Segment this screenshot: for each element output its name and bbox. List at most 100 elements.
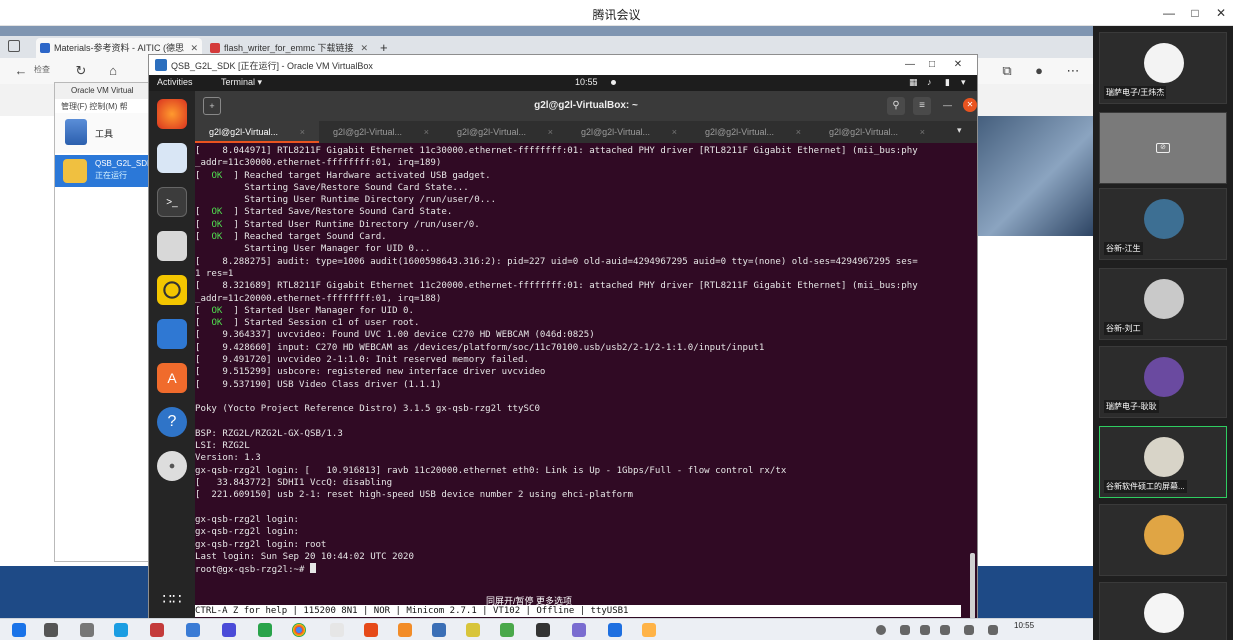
app-icon[interactable] <box>536 623 550 637</box>
tab-actions-icon[interactable] <box>8 40 20 52</box>
participant-tile[interactable]: 瑞萨电子/王炜杰 <box>1099 32 1227 104</box>
vm-maximize-icon[interactable]: □ <box>923 56 941 74</box>
taskbar-clock[interactable]: 10:55 <box>1014 621 1034 630</box>
participant-tile[interactable]: 谷新-刘工 <box>1099 268 1227 340</box>
terminal-tab[interactable]: g2l@g2l-Virtual... × <box>691 121 815 143</box>
firefox-icon[interactable] <box>157 99 187 129</box>
terminal-tab-label: g2l@g2l-Virtual... <box>581 127 651 137</box>
app-icon[interactable] <box>330 623 344 637</box>
battery-icon[interactable]: ▮ <box>945 77 950 88</box>
back-icon[interactable]: ← <box>12 62 30 80</box>
show-applications-icon[interactable]: ∷∷ <box>157 585 187 615</box>
terminal-tab[interactable]: g2l@g2l-Virtual... × <box>567 121 691 143</box>
terminal-tab[interactable]: g2l@g2l-Virtual... × <box>319 121 443 143</box>
task-view-icon[interactable] <box>80 623 94 637</box>
terminal-tab[interactable]: g2l@g2l-Virtual... × <box>815 121 939 143</box>
terminal-line-text: [ <box>195 207 212 218</box>
terminal-line-text: Starting User Manager for UID 0... <box>195 244 431 255</box>
share-toolbar-caption[interactable]: 同屏开/暂停 更多选项 <box>486 594 572 607</box>
close-tab-icon[interactable]: × <box>920 121 925 143</box>
app-icon[interactable] <box>466 623 480 637</box>
app-icon[interactable] <box>222 623 236 637</box>
thunderbird-icon[interactable] <box>157 143 187 173</box>
participant-avatar <box>1144 515 1184 555</box>
more-icon[interactable]: ⋯ <box>1064 62 1082 80</box>
clock[interactable]: 10:55 <box>575 77 598 87</box>
participant-tile[interactable]: 瑞萨电子-耿耿 <box>1099 346 1227 418</box>
close-tab-icon[interactable]: × <box>424 121 429 143</box>
search-icon[interactable] <box>44 623 58 637</box>
close-tab-icon[interactable]: × <box>300 121 305 143</box>
term-close-icon[interactable]: ✕ <box>963 98 977 112</box>
terminal-tab[interactable]: g2l@g2l-Virtual... × <box>443 121 567 143</box>
participant-tile[interactable]: 谷新软件硕工的屏幕... <box>1099 426 1227 498</box>
terminal-window: + g2l@g2l-VirtualBox: ~ ⚲ ≡ — □ ✕ g2l@g2… <box>195 91 977 623</box>
terminal-line-text: [ 9.364337] uvcvideo: Found UVC 1.00 dev… <box>195 330 595 341</box>
vbm-menu[interactable]: 管理(F) 控制(M) 帮 <box>55 99 153 113</box>
app-menu[interactable]: Terminal ▾ <box>221 77 262 88</box>
app-icon[interactable] <box>500 623 514 637</box>
app-icon[interactable] <box>572 623 586 637</box>
mail-icon[interactable] <box>258 623 272 637</box>
term-minimize-icon[interactable]: — <box>943 100 952 110</box>
files-icon[interactable] <box>157 231 187 261</box>
vbm-tools-item[interactable]: 工具 <box>55 113 153 153</box>
terminal-tab[interactable]: g2l@g2l-Virtual... × <box>195 121 319 143</box>
network-icon[interactable]: ▦ <box>909 77 918 88</box>
hamburger-menu-icon[interactable]: ≡ <box>913 97 931 115</box>
volume-icon[interactable]: ♪ <box>927 77 932 87</box>
participant-tile[interactable]: ⊘ <box>1099 112 1227 184</box>
volume-tray-icon[interactable] <box>964 625 974 635</box>
terminal-line-text: _addr=11c20000.ethernet-ffffffff:01, irq… <box>195 293 442 304</box>
close-tab-icon[interactable]: × <box>796 121 801 143</box>
terminal-line: [ 8.321689] RTL8211F Gigabit Ethernet 11… <box>195 280 967 292</box>
app-icon[interactable] <box>186 623 200 637</box>
edge-icon[interactable] <box>114 623 128 637</box>
terminal-line-text: Version: 1.3 <box>195 453 261 464</box>
activities-button[interactable]: Activities <box>157 77 193 87</box>
participant-tile[interactable]: 谷新-江生 <box>1099 188 1227 260</box>
help-icon[interactable]: ? <box>157 407 187 437</box>
ime-tray-icon[interactable] <box>988 625 998 635</box>
writer-icon[interactable] <box>157 319 187 349</box>
participant-tile[interactable] <box>1099 504 1227 576</box>
terminal-tab-bar: g2l@g2l-Virtual... × g2l@g2l-Virtual... × … <box>195 121 977 143</box>
tencent-meeting-icon[interactable] <box>608 623 622 637</box>
vbm-vm-item[interactable]: QSB_G2L_SDK 正在运行 <box>55 155 153 187</box>
rhythmbox-icon[interactable] <box>157 275 187 305</box>
participant-tile[interactable] <box>1099 582 1227 640</box>
tray-icon[interactable] <box>920 625 930 635</box>
windows-taskbar: 10:55 <box>0 618 1233 640</box>
virtualbox-taskbar-icon[interactable] <box>432 623 446 637</box>
software-icon[interactable]: A <box>157 363 187 393</box>
terminal-scrollbar[interactable] <box>970 553 975 619</box>
app-icon[interactable] <box>364 623 378 637</box>
system-menu-icon[interactable]: ▾ <box>961 77 966 88</box>
maximize-icon[interactable]: □ <box>1186 4 1204 22</box>
tray-icon[interactable] <box>900 625 910 635</box>
terminal-output[interactable]: [ 8.044971] RTL8211F Gigabit Ethernet 11… <box>195 143 967 623</box>
minimize-icon[interactable]: — <box>1160 4 1178 22</box>
home-icon[interactable]: ⌂ <box>104 62 122 80</box>
terminal-line-text: [ 8.044971] RTL8211F Gigabit Ethernet 11… <box>195 146 918 156</box>
close-tab-icon[interactable]: × <box>548 121 553 143</box>
network-tray-icon[interactable] <box>940 625 950 635</box>
tray-icon[interactable] <box>876 625 886 635</box>
terminal-line-text: root@gx-qsb-rzg2l:~# <box>195 565 310 576</box>
tab-dropdown-icon[interactable]: ▾ <box>957 125 962 136</box>
close-tab-icon[interactable]: × <box>672 121 677 143</box>
app-icon[interactable] <box>398 623 412 637</box>
app-icon[interactable] <box>150 623 164 637</box>
terminal-icon[interactable]: >_ <box>157 187 187 217</box>
start-icon[interactable] <box>12 623 26 637</box>
app-icon[interactable] <box>642 623 656 637</box>
vm-close-icon[interactable]: ✕ <box>949 56 967 74</box>
search-icon[interactable]: ⚲ <box>887 97 905 115</box>
close-icon[interactable]: ✕ <box>1212 4 1230 22</box>
collections-icon[interactable]: ⧉ <box>998 62 1016 80</box>
dvd-icon[interactable] <box>157 451 187 481</box>
profile-icon[interactable]: ● <box>1030 62 1048 80</box>
vm-minimize-icon[interactable]: — <box>901 56 919 74</box>
chrome-icon[interactable] <box>292 623 306 637</box>
refresh-icon[interactable]: ↻ <box>72 62 90 80</box>
